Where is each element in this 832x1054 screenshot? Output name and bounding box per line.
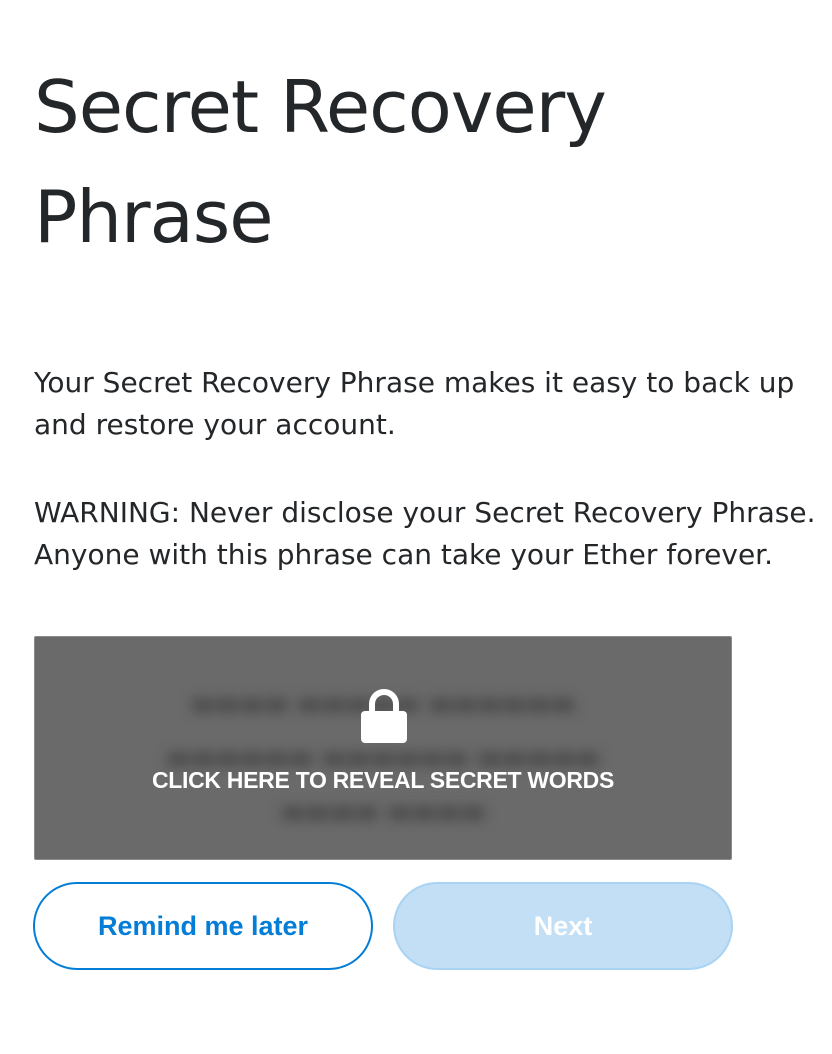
page-content: Secret Recovery Phrase Your Secret Recov… bbox=[34, 0, 824, 576]
reveal-label: CLICK HERE TO REVEAL SECRET WORDS bbox=[151, 767, 615, 793]
page-title: Secret Recovery Phrase bbox=[34, 65, 607, 259]
next-button[interactable]: Next bbox=[393, 882, 733, 970]
description-text: Your Secret Recovery Phrase makes it eas… bbox=[34, 366, 795, 441]
warning-text: WARNING: Never disclose your Secret Reco… bbox=[34, 496, 816, 571]
reveal-secret-words-area[interactable]: ▬▬▬▬ ▬▬▬▬▬ ▬▬▬▬▬▬ ▬▬▬▬▬▬ ▬▬▬▬▬▬ ▬▬▬▬▬ ▬▬▬▬… bbox=[34, 636, 732, 860]
remind-me-later-button[interactable]: Remind me later bbox=[33, 882, 373, 970]
lock-icon bbox=[361, 689, 407, 743]
